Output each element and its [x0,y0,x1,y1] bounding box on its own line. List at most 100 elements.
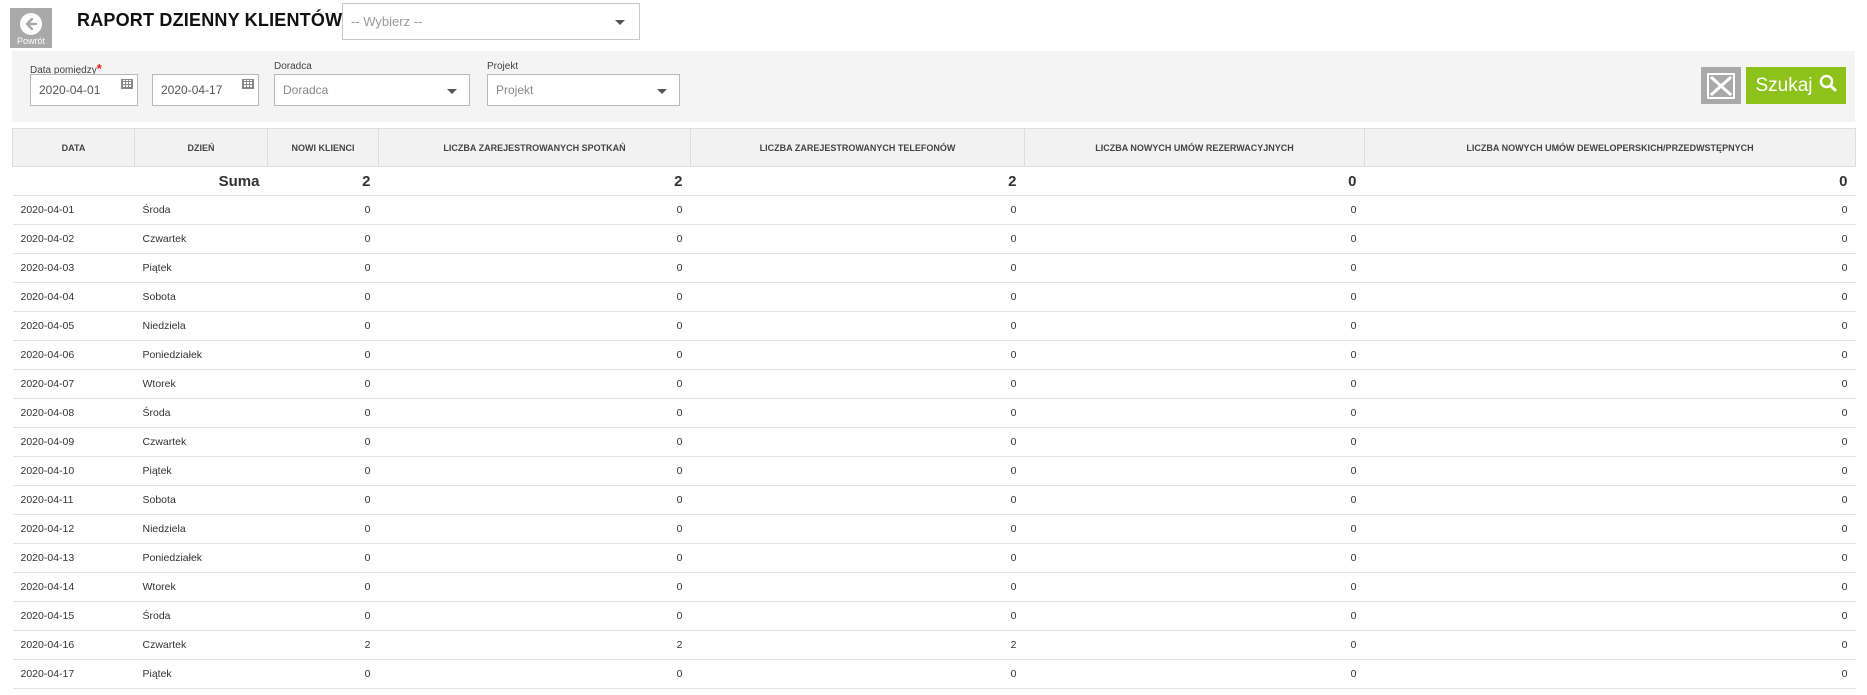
cell-new-clients: 0 [267,311,379,341]
date-to-value: 2020-04-17 [161,83,223,97]
cell-day: Środa [134,601,268,631]
cell-phone-calls: 0 [690,195,1025,225]
calendar-icon[interactable] [242,79,254,89]
cell-phone-calls: 0 [690,253,1025,283]
advisor-select[interactable]: Doradca [274,74,470,106]
table-row: 2020-04-15 Środa 0 0 0 0 0 [12,601,1856,631]
cell-day: Środa [134,398,268,428]
cell-meetings: 0 [378,456,691,486]
cell-day: Niedziela [134,514,268,544]
search-button[interactable]: Szukaj [1746,67,1846,104]
chevron-down-icon [657,89,667,94]
cell-developer-contracts: 0 [1364,195,1856,225]
table-row: 2020-04-03 Piątek 0 0 0 0 0 [12,253,1856,283]
cell-meetings: 0 [378,340,691,370]
cell-phone-calls: 0 [690,659,1025,689]
sum-reservation-contracts: 0 [1024,166,1365,196]
sum-meetings: 2 [378,166,691,196]
cell-developer-contracts: 0 [1364,514,1856,544]
table-row: 2020-04-01 Środa 0 0 0 0 0 [12,195,1856,225]
cell-phone-calls: 0 [690,427,1025,457]
cell-new-clients: 0 [267,369,379,399]
column-header-reservation-contracts[interactable]: LICZBA NOWYCH UMÓW REZERWACYJNYCH [1024,128,1365,167]
back-button[interactable]: Powrót [10,8,52,48]
cell-reservation-contracts: 0 [1024,572,1365,602]
cell-developer-contracts: 0 [1364,485,1856,515]
sum-row: Suma 2 2 2 0 0 [12,166,1856,196]
cell-developer-contracts: 0 [1364,224,1856,254]
cell-day: Czwartek [134,224,268,254]
cell-meetings: 0 [378,427,691,457]
column-header-developer-contracts[interactable]: LICZBA NOWYCH UMÓW DEWELOPERSKICH/PRZEDW… [1364,128,1856,167]
project-select[interactable]: Projekt [487,74,680,106]
column-header-phone-calls[interactable]: LICZBA ZAREJESTROWANYCH TELEFONÓW [690,128,1025,167]
clear-filters-button[interactable] [1701,67,1741,104]
cell-developer-contracts: 0 [1364,601,1856,631]
cell-date: 2020-04-06 [12,340,135,370]
cell-date: 2020-04-08 [12,398,135,428]
sum-label: Suma [134,166,268,196]
cell-meetings: 0 [378,253,691,283]
cell-reservation-contracts: 0 [1024,282,1365,312]
column-header-new-clients[interactable]: NOWI KLIENCI [267,128,379,167]
cell-meetings: 0 [378,543,691,573]
advisor-label: Doradca [274,61,312,72]
date-from-input[interactable]: 2020-04-01 [30,74,138,106]
cell-day: Środa [134,195,268,225]
cell-phone-calls: 0 [690,311,1025,341]
cell-date: 2020-04-11 [12,485,135,515]
cell-meetings: 0 [378,224,691,254]
cell-reservation-contracts: 0 [1024,543,1365,573]
cell-day: Piątek [134,253,268,283]
report-table: DATA DZIEŃ NOWI KLIENCI LICZBA ZAREJESTR… [12,128,1856,689]
clear-filter-icon [1707,72,1735,99]
cell-phone-calls: 0 [690,485,1025,515]
sum-empty-cell [12,166,135,196]
date-to-input[interactable]: 2020-04-17 [152,74,259,106]
cell-new-clients: 0 [267,398,379,428]
arrow-left-icon [20,13,42,35]
cell-reservation-contracts: 0 [1024,398,1365,428]
cell-developer-contracts: 0 [1364,369,1856,399]
cell-reservation-contracts: 0 [1024,340,1365,370]
table-row: 2020-04-08 Środa 0 0 0 0 0 [12,398,1856,428]
cell-date: 2020-04-09 [12,427,135,457]
cell-developer-contracts: 0 [1364,659,1856,689]
table-row: 2020-04-04 Sobota 0 0 0 0 0 [12,282,1856,312]
cell-day: Piątek [134,456,268,486]
column-header-meetings[interactable]: LICZBA ZAREJESTROWANYCH SPOTKAŃ [378,128,691,167]
table-row: 2020-04-17 Piątek 0 0 0 0 0 [12,659,1856,689]
cell-meetings: 0 [378,659,691,689]
cell-developer-contracts: 0 [1364,630,1856,660]
cell-new-clients: 0 [267,224,379,254]
calendar-icon[interactable] [121,79,133,89]
cell-new-clients: 0 [267,253,379,283]
cell-phone-calls: 0 [690,514,1025,544]
column-header-date[interactable]: DATA [12,128,135,167]
cell-new-clients: 0 [267,195,379,225]
cell-reservation-contracts: 0 [1024,514,1365,544]
cell-day: Poniedziałek [134,543,268,573]
project-label: Projekt [487,61,519,72]
cell-developer-contracts: 0 [1364,543,1856,573]
cell-meetings: 0 [378,398,691,428]
cell-new-clients: 0 [267,427,379,457]
table-row: 2020-04-05 Niedziela 0 0 0 0 0 [12,311,1856,341]
chevron-down-icon [447,89,457,94]
cell-date: 2020-04-01 [12,195,135,225]
cell-reservation-contracts: 0 [1024,659,1365,689]
report-type-select[interactable]: -- Wybierz -- [342,3,640,40]
cell-meetings: 0 [378,514,691,544]
cell-developer-contracts: 0 [1364,572,1856,602]
cell-date: 2020-04-17 [12,659,135,689]
cell-new-clients: 0 [267,485,379,515]
cell-meetings: 0 [378,311,691,341]
search-button-label: Szukaj [1755,74,1813,96]
table-row: 2020-04-09 Czwartek 0 0 0 0 0 [12,427,1856,457]
cell-phone-calls: 0 [690,398,1025,428]
cell-new-clients: 0 [267,340,379,370]
column-header-day[interactable]: DZIEŃ [134,128,268,167]
cell-date: 2020-04-13 [12,543,135,573]
cell-date: 2020-04-04 [12,282,135,312]
cell-developer-contracts: 0 [1364,456,1856,486]
